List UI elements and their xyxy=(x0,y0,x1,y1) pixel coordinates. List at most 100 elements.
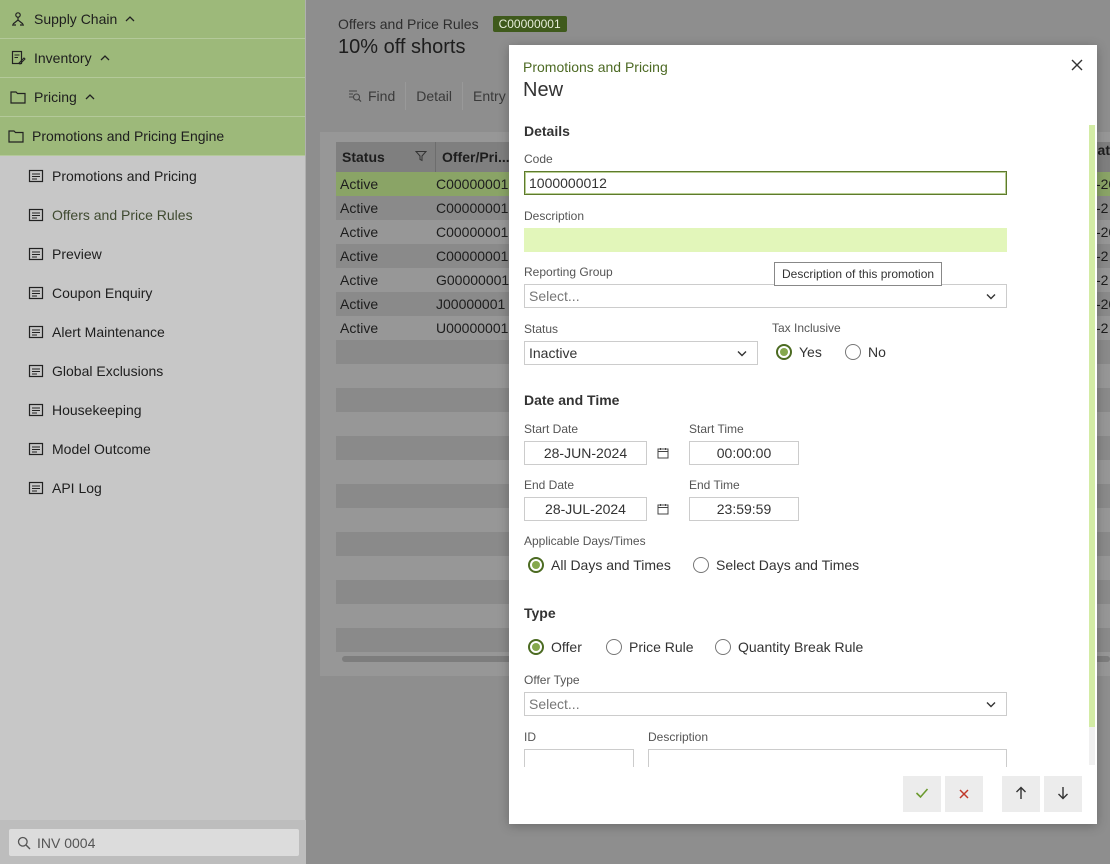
folder-icon xyxy=(8,128,24,144)
form-icon xyxy=(28,208,44,222)
sidebar-item-label: Model Outcome xyxy=(52,440,151,457)
type-offer-radio[interactable]: Offer xyxy=(528,639,582,655)
row-status: Active xyxy=(340,296,379,312)
tax-no-radio[interactable]: No xyxy=(845,344,886,360)
column-header-status[interactable]: Status xyxy=(336,142,436,172)
radio-checked xyxy=(528,557,544,573)
filter-icon[interactable] xyxy=(414,149,428,165)
detail-button[interactable]: Detail xyxy=(406,82,464,110)
column-header-date[interactable]: at xyxy=(1098,142,1110,158)
row-code: C00000001 xyxy=(436,200,509,216)
type-quantity-break-radio[interactable]: Quantity Break Rule xyxy=(715,639,863,655)
form-icon xyxy=(28,364,44,378)
start-date-field[interactable]: 28-JUN-2024 xyxy=(524,441,647,465)
start-date-label: Start Date xyxy=(524,422,579,436)
column-label: Status xyxy=(342,149,385,165)
sidebar: Supply Chain Inventory Pricing Promotion… xyxy=(0,0,306,864)
entry-label: Entry xyxy=(473,88,506,104)
sidebar-item-offers-and-price-rules[interactable]: Offers and Price Rules xyxy=(0,195,305,234)
end-date-label: End Date xyxy=(524,478,575,492)
vertical-scrollbar[interactable] xyxy=(1089,125,1095,765)
nav-group-label: Inventory xyxy=(34,50,92,66)
chevron-up-icon xyxy=(85,93,95,101)
next-record-button[interactable] xyxy=(1044,776,1082,812)
row-date: -2 xyxy=(1096,200,1109,216)
column-header-offer[interactable]: Offer/Pri... xyxy=(436,149,510,165)
find-button[interactable]: Find xyxy=(338,82,407,110)
find-icon xyxy=(348,89,362,103)
status-select[interactable]: Inactive xyxy=(524,341,758,365)
start-time-field[interactable]: 00:00:00 xyxy=(689,441,799,465)
sidebar-item-label: Promotions and Pricing xyxy=(52,167,197,184)
scrollbar-thumb[interactable] xyxy=(1089,125,1095,727)
tax-yes-radio[interactable]: Yes xyxy=(776,344,822,360)
page-toolbar: Find Detail Entry xyxy=(338,82,516,110)
nav-group-promotions-engine[interactable]: Promotions and Pricing Engine xyxy=(0,117,305,156)
sidebar-item-label: Preview xyxy=(52,245,102,262)
sidebar-item-global-exclusions[interactable]: Global Exclusions xyxy=(0,351,305,390)
applicable-label: Applicable Days/Times xyxy=(524,534,646,548)
description-label: Description xyxy=(524,209,585,223)
nav-group-label: Pricing xyxy=(34,89,77,105)
sidebar-item-coupon-enquiry[interactable]: Coupon Enquiry xyxy=(0,273,305,312)
status-value: Inactive xyxy=(529,345,578,361)
calendar-icon[interactable] xyxy=(657,503,669,515)
details-heading: Details xyxy=(524,123,570,139)
row-date: -20 xyxy=(1096,296,1110,312)
chevron-down-icon xyxy=(737,350,747,357)
nav-group-inventory[interactable]: Inventory xyxy=(0,39,305,78)
end-date-field[interactable]: 28-JUL-2024 xyxy=(524,497,647,521)
confirm-button[interactable] xyxy=(903,776,941,812)
sidebar-item-model-outcome[interactable]: Model Outcome xyxy=(0,429,305,468)
form-icon xyxy=(28,286,44,300)
sidebar-item-promotions-and-pricing[interactable]: Promotions and Pricing xyxy=(0,156,305,195)
dialog-title: New xyxy=(523,79,564,101)
start-time-value: 00:00:00 xyxy=(716,445,772,461)
form-icon xyxy=(28,247,44,261)
sidebar-item-label: Alert Maintenance xyxy=(52,323,165,340)
row-date: -2 xyxy=(1096,320,1109,336)
reporting-group-select[interactable]: Select... xyxy=(524,284,1007,308)
offer-type-select[interactable]: Select... xyxy=(524,692,1007,716)
arrow-down-icon xyxy=(1057,786,1069,803)
search-input[interactable]: INV 0004 xyxy=(9,829,299,856)
entry-button[interactable]: Entry xyxy=(463,82,516,110)
description-tooltip: Description of this promotion xyxy=(774,262,943,286)
cancel-button[interactable] xyxy=(945,776,983,812)
id-field[interactable] xyxy=(524,749,634,767)
end-time-field[interactable]: 23:59:59 xyxy=(689,497,799,521)
calendar-icon[interactable] xyxy=(657,447,669,459)
radio-unchecked xyxy=(845,344,861,360)
type-price-rule-radio[interactable]: Price Rule xyxy=(606,639,694,655)
row-status: Active xyxy=(340,320,379,336)
code-label: Code xyxy=(524,152,553,166)
search-value: INV 0004 xyxy=(37,834,96,851)
id-description-field[interactable] xyxy=(648,749,1007,767)
nav-group-supply-chain[interactable]: Supply Chain xyxy=(0,0,305,39)
tax-inclusive-label: Tax Inclusive xyxy=(772,321,841,335)
sidebar-item-preview[interactable]: Preview xyxy=(0,234,305,273)
start-date-value: 28-JUN-2024 xyxy=(543,445,628,461)
close-icon[interactable] xyxy=(1069,57,1085,73)
nav-group-pricing[interactable]: Pricing xyxy=(0,78,305,117)
select-days-radio[interactable]: Select Days and Times xyxy=(693,557,859,573)
sidebar-item-label: Coupon Enquiry xyxy=(52,284,153,301)
nav-group-label: Supply Chain xyxy=(34,11,118,27)
radio-label: Select Days and Times xyxy=(716,557,860,573)
sidebar-item-alert-maintenance[interactable]: Alert Maintenance xyxy=(0,312,305,351)
code-field[interactable]: 1000000012 xyxy=(524,171,1007,195)
previous-record-button[interactable] xyxy=(1002,776,1040,812)
sidebar-item-api-log[interactable]: API Log xyxy=(0,468,305,507)
id-description-label: Description xyxy=(648,730,709,744)
row-code: J00000001 xyxy=(436,296,506,312)
sidebar-item-label: Housekeeping xyxy=(52,401,142,418)
row-status: Active xyxy=(340,200,379,216)
chevron-up-icon xyxy=(100,54,110,62)
dialog-subtitle: Promotions and Pricing xyxy=(523,59,668,75)
form-icon xyxy=(28,403,44,417)
code-badge: C00000001 xyxy=(492,16,567,32)
row-date: -2 xyxy=(1096,272,1109,288)
description-field[interactable] xyxy=(524,228,1007,252)
all-days-radio[interactable]: All Days and Times xyxy=(528,557,671,573)
sidebar-item-housekeeping[interactable]: Housekeeping xyxy=(0,390,305,429)
